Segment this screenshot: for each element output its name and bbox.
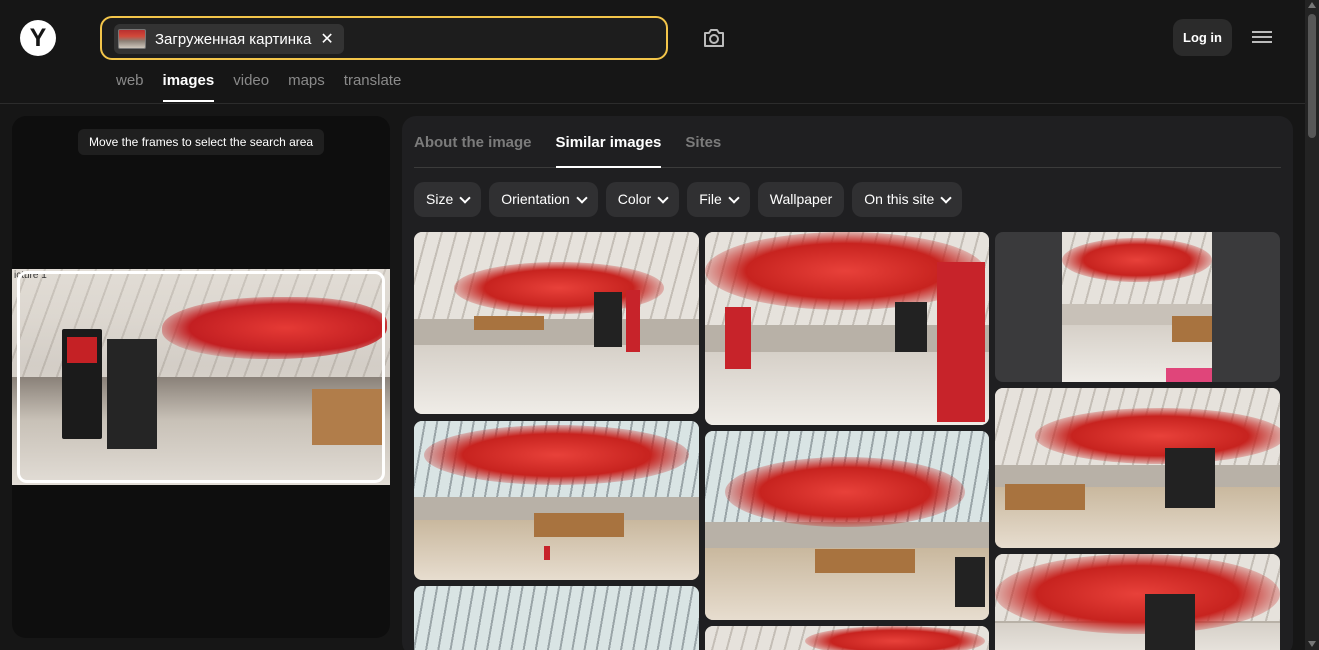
uploaded-image-thumbnail <box>118 29 146 49</box>
camera-search-icon[interactable] <box>700 24 728 52</box>
result-image[interactable] <box>995 554 1280 650</box>
results-panel: About the image Similar images Sites Siz… <box>402 116 1293 650</box>
filter-file[interactable]: File <box>687 182 750 217</box>
scrollbar-thumb[interactable] <box>1308 14 1316 138</box>
result-image[interactable] <box>414 586 699 650</box>
filter-orientation[interactable]: Orientation <box>489 182 598 217</box>
close-icon[interactable]: ✕ <box>320 29 333 49</box>
page: Y Загруженная картинка ✕ Log in web imag… <box>0 0 1319 650</box>
nav-images[interactable]: images <box>162 72 214 102</box>
result-image[interactable] <box>705 232 989 425</box>
page-scrollbar[interactable] <box>1305 0 1319 650</box>
filter-color[interactable]: Color <box>605 182 680 217</box>
nav-web[interactable]: web <box>116 72 144 102</box>
tab-sites[interactable]: Sites <box>685 130 721 167</box>
nav-video[interactable]: video <box>233 72 269 102</box>
filter-bar: Size Orientation Color File Wallpaper On… <box>414 182 963 217</box>
yandex-logo[interactable]: Y <box>20 20 56 56</box>
filter-wallpaper[interactable]: Wallpaper <box>757 182 845 217</box>
uploaded-image-label: Загруженная картинка <box>155 30 312 48</box>
scroll-up-icon[interactable] <box>1308 2 1316 8</box>
nav-maps[interactable]: maps <box>288 72 325 102</box>
search-type-nav: web images video maps translate <box>116 72 401 102</box>
scroll-down-icon[interactable] <box>1308 641 1316 647</box>
filter-on-this-site[interactable]: On this site <box>852 182 963 217</box>
result-image[interactable] <box>705 626 989 650</box>
login-button[interactable]: Log in <box>1173 19 1232 56</box>
chevron-down-icon <box>657 191 669 204</box>
result-image[interactable] <box>995 388 1280 548</box>
chevron-down-icon <box>459 191 471 204</box>
result-image[interactable] <box>414 421 699 580</box>
results-tabs: About the image Similar images Sites <box>414 130 1281 168</box>
result-image[interactable] <box>705 431 989 620</box>
result-image[interactable] <box>995 232 1280 382</box>
tab-similar-images[interactable]: Similar images <box>555 130 661 168</box>
hamburger-menu-icon[interactable] <box>1250 28 1274 48</box>
selection-hint: Move the frames to select the search are… <box>78 129 325 155</box>
search-bar[interactable]: Загруженная картинка ✕ <box>100 16 668 60</box>
filter-size[interactable]: Size <box>414 182 482 217</box>
chevron-down-icon <box>576 191 588 204</box>
uploaded-image-chip[interactable]: Загруженная картинка ✕ <box>114 24 344 54</box>
query-image-panel: Move the frames to select the search are… <box>12 116 390 638</box>
nav-translate[interactable]: translate <box>344 72 402 102</box>
tab-about-the-image[interactable]: About the image <box>414 130 532 167</box>
chevron-down-icon <box>940 191 952 204</box>
chevron-down-icon <box>728 191 740 204</box>
header: Y Загруженная картинка ✕ Log in web imag… <box>0 0 1305 104</box>
query-image: icture 1 <box>12 269 390 485</box>
result-image[interactable] <box>414 232 699 414</box>
crop-selection-frame[interactable] <box>17 271 385 483</box>
